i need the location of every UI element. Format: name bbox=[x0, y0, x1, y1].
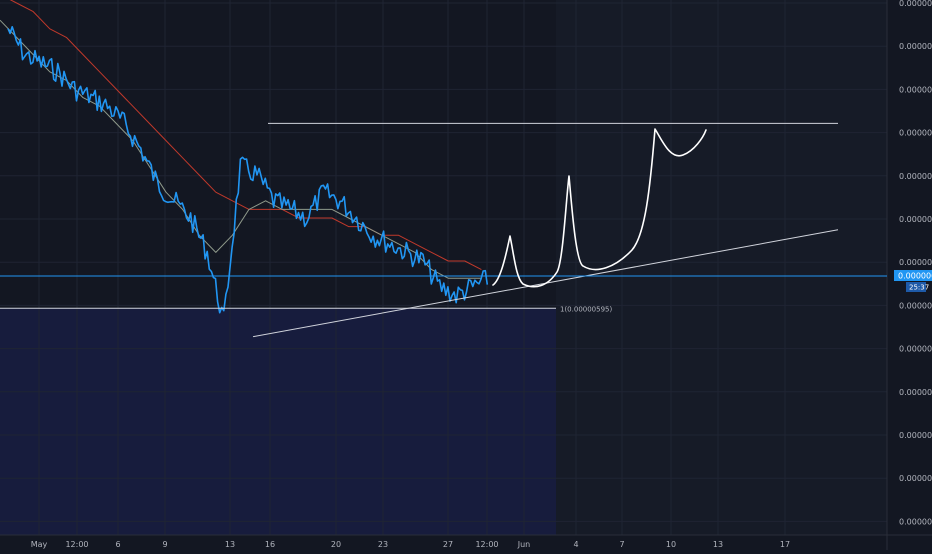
x-tick-label: 20 bbox=[331, 540, 341, 549]
x-tick-label: May bbox=[31, 540, 48, 549]
x-tick-label: Jun bbox=[517, 540, 531, 549]
y-tick-label: 0.00000700 bbox=[899, 215, 932, 224]
y-tick-label: 0.00000500 bbox=[899, 388, 932, 397]
x-tick-label: 9 bbox=[162, 540, 167, 549]
y-tick-label: 0.00000550 bbox=[899, 345, 932, 354]
y-tick-label: 0.00000750 bbox=[899, 172, 932, 181]
x-tick-label: 13 bbox=[713, 540, 723, 549]
y-tick-label: 0.00000650 bbox=[899, 258, 932, 267]
y-tick-label: 0.00000950 bbox=[899, 0, 932, 8]
y-tick-label: 0.00000350 bbox=[899, 517, 932, 526]
x-tick-label: 12:00 bbox=[65, 540, 88, 549]
y-tick-label: 0.00000450 bbox=[899, 431, 932, 440]
x-tick-label: 16 bbox=[265, 540, 275, 549]
countdown-label: 25:37 bbox=[909, 284, 929, 292]
y-tick-label: 0.00000400 bbox=[899, 474, 932, 483]
y-tick-label: 0.00000850 bbox=[899, 85, 932, 94]
x-tick-label: 13 bbox=[225, 540, 235, 549]
horizontal-level-label: 1(0.00000595) bbox=[560, 305, 612, 313]
x-tick-label: 10 bbox=[666, 540, 676, 549]
selection-area bbox=[0, 308, 556, 535]
price-chart[interactable]: 0.00000950 0.00000900 0.00000850 0.00000800… bbox=[0, 0, 932, 550]
x-tick-label: 27 bbox=[443, 540, 453, 549]
x-tick-label: 4 bbox=[573, 540, 578, 549]
x-tick-label: 23 bbox=[378, 540, 388, 549]
x-tick-label: 12:00 bbox=[475, 540, 498, 549]
chart-canvas[interactable]: 0.00000950 0.00000900 0.00000850 0.00000800… bbox=[0, 0, 932, 550]
y-tick-label: 0.00000900 bbox=[899, 42, 932, 51]
y-tick-label: 0.00000800 bbox=[899, 129, 932, 138]
y-tick-label: 0.00000600 bbox=[899, 301, 932, 310]
x-tick-label: 6 bbox=[115, 540, 120, 549]
x-tick-label: 7 bbox=[619, 540, 624, 549]
x-tick-label: 17 bbox=[780, 540, 790, 549]
price-label: 0.00000631 bbox=[898, 272, 932, 281]
